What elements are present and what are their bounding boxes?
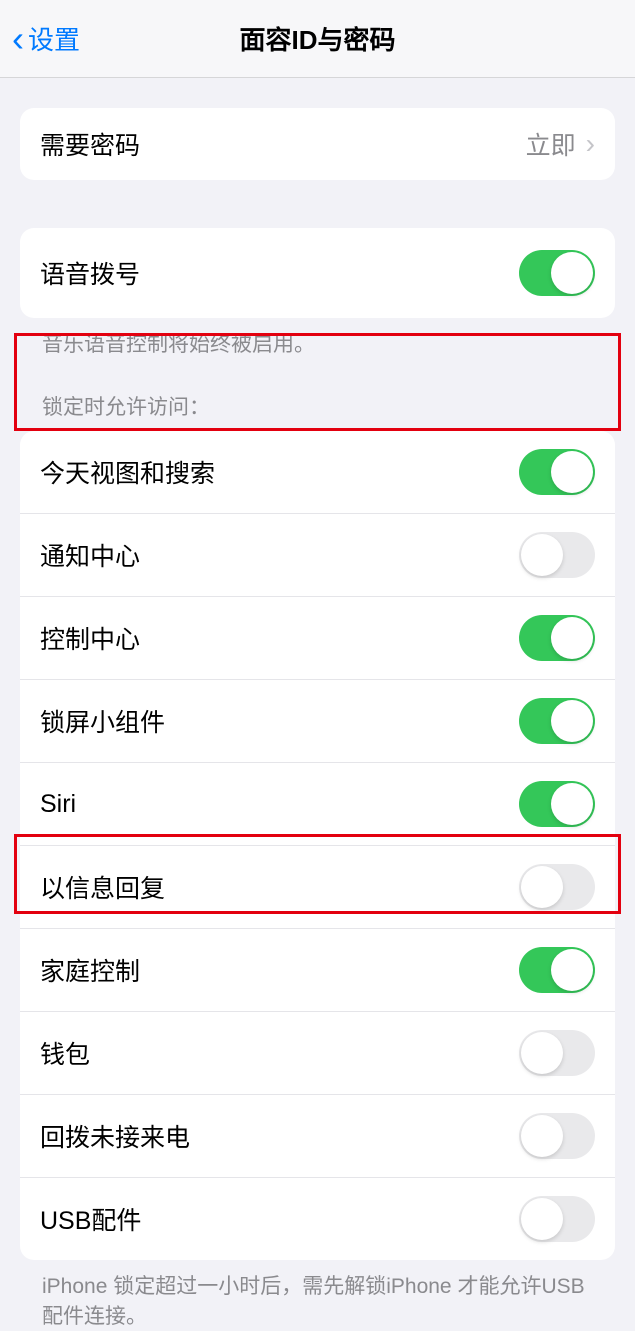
callback-toggle[interactable] — [519, 1113, 595, 1159]
chevron-left-icon: ‹ — [12, 21, 24, 57]
wallet-toggle[interactable] — [519, 1030, 595, 1076]
lock-access-footer: iPhone 锁定超过一小时后，需先解锁iPhone 才能允许USB 配件连接。 — [20, 1260, 615, 1331]
usb-accessories-label: USB配件 — [40, 1201, 141, 1237]
toggle-knob-icon — [551, 252, 593, 294]
toggle-knob-icon — [521, 1115, 563, 1157]
home-control-label: 家庭控制 — [40, 952, 140, 988]
lock-access-header: 锁定时允许访问： — [20, 359, 615, 431]
notification-center-label: 通知中心 — [40, 537, 140, 573]
row-voice-dial: 语音拨号 — [20, 228, 615, 318]
reply-message-label: 以信息回复 — [40, 869, 165, 905]
section-voice-dial: 语音拨号 — [20, 228, 615, 318]
home-control-toggle[interactable] — [519, 947, 595, 993]
lock-screen-widgets-label: 锁屏小组件 — [40, 703, 165, 739]
section-require-passcode: 需要密码 立即 › — [20, 108, 615, 180]
row-lock-screen-widgets: 锁屏小组件 — [20, 680, 615, 763]
today-view-toggle[interactable] — [519, 449, 595, 495]
reply-message-toggle[interactable] — [519, 864, 595, 910]
back-label: 设置 — [28, 20, 80, 57]
row-reply-message: 以信息回复 — [20, 846, 615, 929]
toggle-knob-icon — [521, 534, 563, 576]
callback-label: 回拨未接来电 — [40, 1118, 190, 1154]
toggle-knob-icon — [521, 1032, 563, 1074]
today-view-label: 今天视图和搜索 — [40, 454, 215, 490]
usb-accessories-toggle[interactable] — [519, 1196, 595, 1242]
row-wallet: 钱包 — [20, 1012, 615, 1095]
toggle-knob-icon — [521, 1198, 563, 1240]
navigation-header: ‹ 设置 面容ID与密码 — [0, 0, 635, 78]
voice-dial-label: 语音拨号 — [40, 255, 140, 291]
row-require-passcode[interactable]: 需要密码 立即 › — [20, 108, 615, 180]
toggle-knob-icon — [551, 451, 593, 493]
row-right-content: 立即 › — [526, 126, 595, 162]
row-home-control: 家庭控制 — [20, 929, 615, 1012]
content-area: 需要密码 立即 › 语音拨号 音乐语音控制将始终被启用。 锁定时允许访问： 今天… — [0, 108, 635, 1331]
row-notification-center: 通知中心 — [20, 514, 615, 597]
toggle-knob-icon — [551, 949, 593, 991]
require-passcode-label: 需要密码 — [40, 126, 140, 162]
chevron-right-icon: › — [586, 128, 595, 160]
control-center-label: 控制中心 — [40, 620, 140, 656]
page-title: 面容ID与密码 — [239, 20, 395, 57]
toggle-knob-icon — [521, 866, 563, 908]
section-lock-access: 今天视图和搜索 通知中心 控制中心 锁屏小组件 Siri — [20, 431, 615, 1260]
toggle-knob-icon — [551, 700, 593, 742]
row-callback: 回拨未接来电 — [20, 1095, 615, 1178]
voice-dial-footer: 音乐语音控制将始终被启用。 — [20, 318, 615, 359]
notification-center-toggle[interactable] — [519, 532, 595, 578]
back-button[interactable]: ‹ 设置 — [0, 20, 80, 57]
toggle-knob-icon — [551, 617, 593, 659]
lock-screen-widgets-toggle[interactable] — [519, 698, 595, 744]
row-control-center: 控制中心 — [20, 597, 615, 680]
siri-toggle[interactable] — [519, 781, 595, 827]
row-usb-accessories: USB配件 — [20, 1178, 615, 1260]
siri-label: Siri — [40, 790, 76, 819]
wallet-label: 钱包 — [40, 1035, 90, 1071]
voice-dial-toggle[interactable] — [519, 250, 595, 296]
row-siri: Siri — [20, 763, 615, 846]
require-passcode-value: 立即 — [526, 126, 576, 162]
control-center-toggle[interactable] — [519, 615, 595, 661]
toggle-knob-icon — [551, 783, 593, 825]
row-today-view: 今天视图和搜索 — [20, 431, 615, 514]
